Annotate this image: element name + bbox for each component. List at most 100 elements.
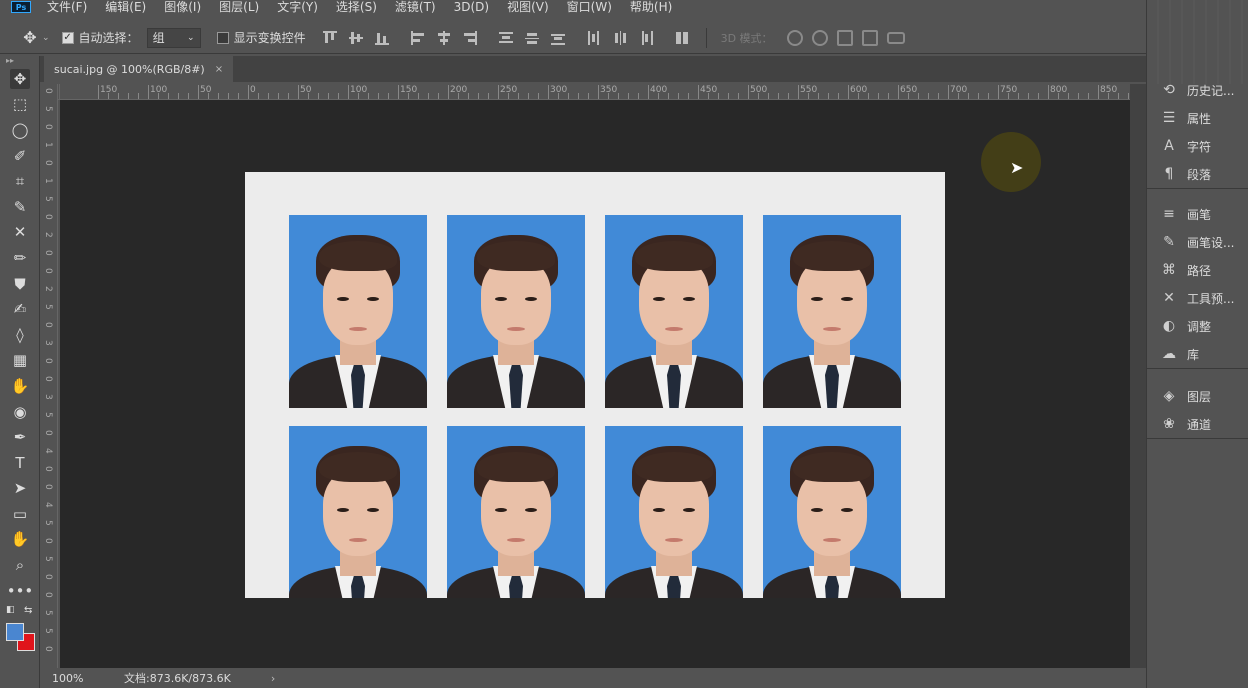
color-swatches: ◧ ⇆ bbox=[0, 603, 39, 652]
status-menu-arrow-icon[interactable]: › bbox=[271, 672, 275, 685]
document-canvas[interactable] bbox=[245, 172, 945, 598]
panel-item-brush-presets[interactable]: ✎ 画笔设... bbox=[1147, 228, 1248, 256]
history-brush-tool-icon[interactable]: ✍ bbox=[0, 296, 40, 322]
pan-3d-icon[interactable] bbox=[836, 29, 853, 46]
camera-3d-icon[interactable] bbox=[886, 31, 905, 44]
menu-item[interactable]: 帮助(H) bbox=[630, 1, 672, 13]
panel-collapse-icon[interactable]: ▸▸ bbox=[0, 56, 39, 66]
lasso-tool-icon[interactable]: ◯ bbox=[0, 117, 40, 143]
brush-tool-icon[interactable]: ✏ bbox=[0, 245, 40, 271]
document-tab[interactable]: sucai.jpg @ 100%(RGB/8#) × bbox=[44, 56, 234, 82]
orbit-3d-icon[interactable] bbox=[786, 29, 803, 46]
distribute-bottom-icon[interactable] bbox=[550, 30, 566, 46]
ruler-minor-tick bbox=[468, 93, 469, 99]
menu-item[interactable]: 文字(Y) bbox=[277, 1, 318, 13]
hand-tool-icon[interactable]: ✋ bbox=[0, 527, 40, 553]
dodge-tool-icon[interactable]: ◉ bbox=[0, 399, 40, 425]
panel-item-brush-settings[interactable]: ≡ 画笔 bbox=[1147, 200, 1248, 228]
ruler-minor-tick bbox=[628, 93, 629, 99]
zoom-level[interactable]: 100% bbox=[40, 672, 88, 685]
panel-item-adjustments[interactable]: ◐ 调整 bbox=[1147, 312, 1248, 340]
move-tool-icon[interactable]: ✥ bbox=[0, 66, 40, 92]
panel-item-libraries[interactable]: ☁ 库 bbox=[1147, 340, 1248, 368]
align-right-icon[interactable] bbox=[462, 30, 478, 46]
menu-item[interactable]: 编辑(E) bbox=[105, 1, 146, 13]
marquee-tool-icon[interactable]: ⬚ bbox=[0, 92, 40, 118]
blur-tool-icon[interactable]: ✋ bbox=[0, 373, 40, 399]
swap-colors-icon[interactable]: ⇆ bbox=[24, 605, 32, 616]
tool-preset-caret-icon[interactable]: ⌄ bbox=[42, 33, 50, 43]
ruler-tick bbox=[798, 85, 799, 99]
ruler-tick bbox=[748, 85, 749, 99]
ruler-minor-tick bbox=[238, 93, 239, 99]
stamp-tool-icon[interactable]: ⛊ bbox=[0, 271, 40, 297]
distribute-right-icon[interactable] bbox=[638, 30, 654, 46]
crop-tool-icon[interactable]: ⌗ bbox=[0, 168, 40, 194]
panel-item-properties[interactable]: ☰ 属性 bbox=[1147, 104, 1248, 132]
vertical-scrollbar[interactable] bbox=[1130, 84, 1146, 668]
panel-item-paths[interactable]: ⌘ 路径 bbox=[1147, 256, 1248, 284]
default-colors-icon[interactable]: ◧ bbox=[6, 605, 15, 615]
ruler-tick bbox=[1048, 85, 1049, 99]
align-bottom-icon[interactable] bbox=[374, 30, 390, 46]
ruler-tick bbox=[498, 85, 499, 99]
eraser-tool-icon[interactable]: ◊ bbox=[0, 322, 40, 348]
align-vcenter-icon[interactable] bbox=[348, 30, 364, 46]
foreground-color-swatch[interactable] bbox=[6, 623, 24, 642]
align-hcenter-icon[interactable] bbox=[436, 30, 452, 46]
distribute-hcenter-icon[interactable] bbox=[612, 30, 628, 46]
align-top-icon[interactable] bbox=[322, 30, 338, 46]
align-left-icon[interactable] bbox=[410, 30, 426, 46]
rectangle-tool-icon[interactable]: ▭ bbox=[0, 501, 40, 527]
healing-tool-icon[interactable]: ✕ bbox=[0, 220, 40, 246]
ruler-minor-tick bbox=[588, 93, 589, 99]
close-icon[interactable]: × bbox=[215, 64, 223, 75]
ruler-minor-tick bbox=[558, 93, 559, 99]
type-tool-icon[interactable]: T bbox=[0, 450, 40, 476]
eyedropper-tool-icon[interactable]: ✎ bbox=[0, 194, 40, 220]
panel-item-paragraph[interactable]: ¶ 段落 bbox=[1147, 160, 1248, 188]
ruler-minor-tick bbox=[318, 93, 319, 99]
zoom-tool-icon[interactable]: ⌕ bbox=[0, 552, 40, 578]
vertical-ruler[interactable]: 0 5 0 1 0 1 5 0 2 0 0 2 5 0 3 0 0 3 5 0 4 0 0 4 5 0 5 0 0 5 5 0 bbox=[40, 84, 58, 668]
menu-item[interactable]: 文件(F) bbox=[47, 1, 87, 13]
id-photo bbox=[289, 215, 427, 408]
panel-item-tool-presets[interactable]: ✕ 工具预... bbox=[1147, 284, 1248, 312]
auto-align-layers-icon[interactable] bbox=[674, 30, 690, 46]
menu-item[interactable]: 选择(S) bbox=[336, 1, 377, 13]
horizontal-ruler[interactable]: 150 100 50 0 50 100 150 200 250 300 350 400 450 500 55… bbox=[60, 84, 1130, 100]
show-transform-checkbox[interactable] bbox=[216, 31, 229, 44]
more-tools-icon[interactable]: ••• bbox=[0, 578, 40, 604]
ruler-label: 5 bbox=[43, 610, 53, 616]
pen-tool-icon[interactable]: ✒ bbox=[0, 424, 40, 450]
roll-3d-icon[interactable] bbox=[811, 29, 828, 46]
quick-select-tool-icon[interactable]: ✐ bbox=[0, 143, 40, 169]
gradient-tool-icon[interactable]: ▦ bbox=[0, 348, 40, 374]
tool-glyph: ✏ bbox=[13, 248, 27, 267]
menu-item[interactable]: 窗口(W) bbox=[567, 1, 612, 13]
distribute-left-icon[interactable] bbox=[586, 30, 602, 46]
menu-items: 文件(F) 编辑(E) 图像(I) 图层(L) 文字(Y) 选择(S) 滤镜(T) 3D(D)… bbox=[47, 1, 690, 13]
menu-item[interactable]: 3D(D) bbox=[454, 1, 489, 13]
auto-select-checkbox[interactable]: ✓ bbox=[61, 31, 74, 44]
ruler-label: 0 bbox=[250, 85, 256, 95]
panel-item-character[interactable]: A 字符 bbox=[1147, 132, 1248, 160]
ruler-minor-tick bbox=[688, 93, 689, 99]
move-tool-icon[interactable]: ✥ bbox=[20, 28, 40, 48]
menu-item[interactable]: 图像(I) bbox=[164, 1, 201, 13]
ruler-minor-tick bbox=[1058, 93, 1059, 99]
path-select-tool-icon[interactable]: ➤ bbox=[0, 476, 40, 502]
distribute-vcenter-icon[interactable] bbox=[524, 30, 540, 46]
menu-item[interactable]: 图层(L) bbox=[219, 1, 259, 13]
slide-3d-icon[interactable] bbox=[861, 29, 878, 46]
canvas-area[interactable]: ➤ bbox=[60, 100, 1130, 668]
menu-item[interactable]: 视图(V) bbox=[507, 1, 549, 13]
auto-select-target-dropdown[interactable]: 组 ⌄ bbox=[146, 27, 201, 48]
distribute-top-icon[interactable] bbox=[498, 30, 514, 46]
menu-item[interactable]: 滤镜(T) bbox=[395, 1, 436, 13]
panel-item-channels[interactable]: ❀ 通道 bbox=[1147, 410, 1248, 438]
panel-group-2: ≡ 画笔 ✎ 画笔设... ⌘ 路径 ✕ 工具预... ◐ 调整 ☁ 库 bbox=[1147, 200, 1248, 369]
panel-item-history[interactable]: ⟲ 历史记... bbox=[1147, 76, 1248, 104]
id-photo bbox=[763, 426, 901, 598]
panel-item-layers[interactable]: ◈ 图层 bbox=[1147, 382, 1248, 410]
